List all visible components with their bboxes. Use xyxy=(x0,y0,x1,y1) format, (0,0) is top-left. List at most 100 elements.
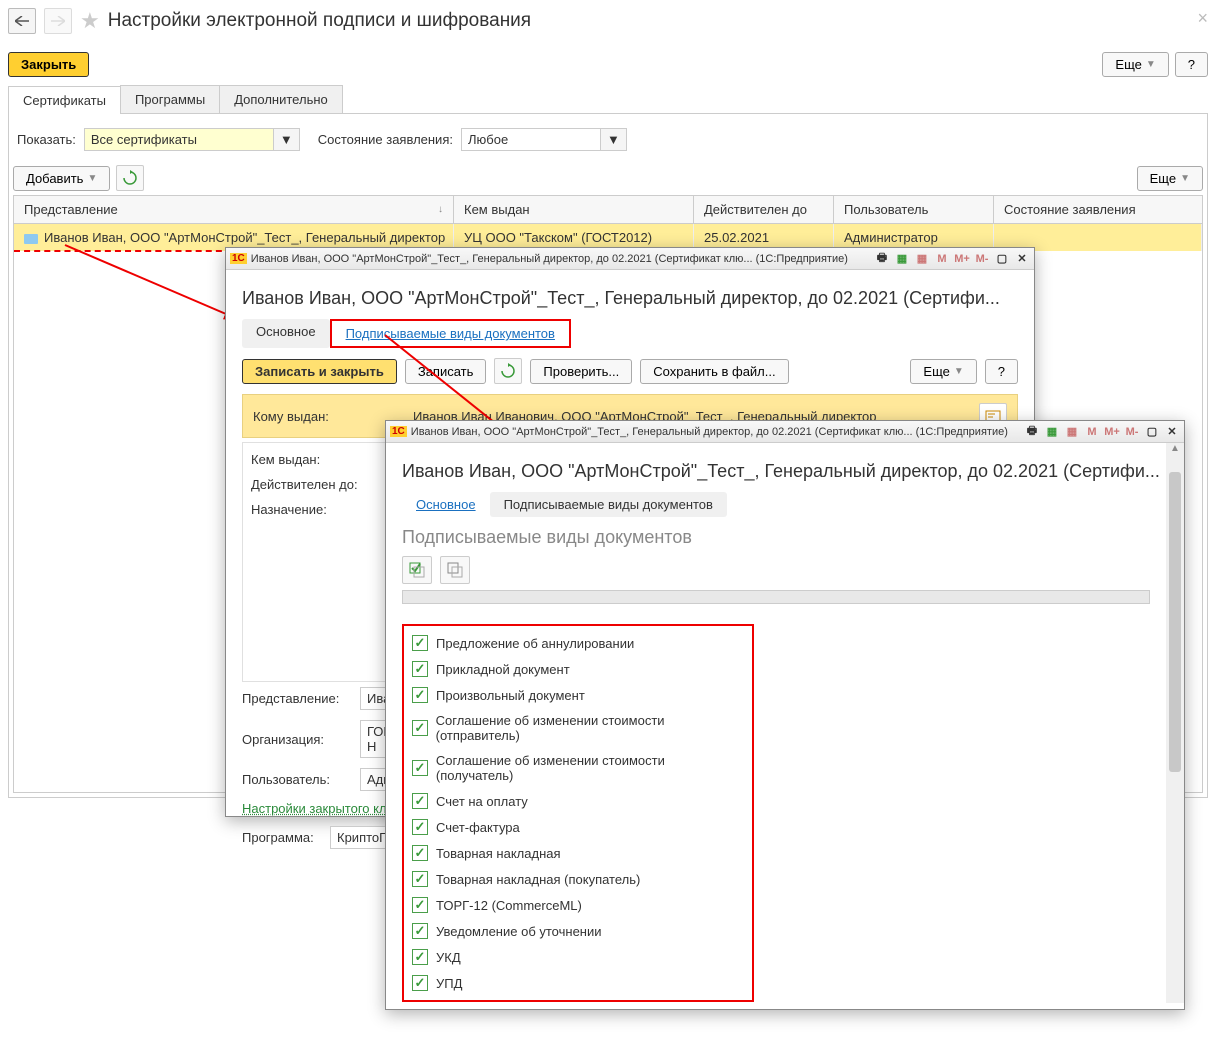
window-close-icon[interactable]: ✕ xyxy=(1014,251,1030,267)
show-label: Показать: xyxy=(17,132,76,147)
checkbox-icon[interactable]: ✓ xyxy=(412,949,428,965)
list-item-label: Соглашение об изменении стоимости (получ… xyxy=(436,753,744,783)
scrollbar[interactable]: ▲ xyxy=(1166,443,1184,1003)
refresh-button[interactable] xyxy=(116,165,144,191)
subtab-main[interactable]: Основное xyxy=(242,319,330,348)
more-button-2[interactable]: Еще ▼ xyxy=(1137,166,1203,191)
calc-icon-2[interactable]: ▦ xyxy=(1044,424,1060,440)
list-item[interactable]: ✓ Прикладной документ xyxy=(408,656,748,682)
list-item[interactable]: ✓ Товарная накладная (покупатель) xyxy=(408,866,748,892)
checkbox-icon[interactable]: ✓ xyxy=(412,845,428,861)
m-minus-icon-2[interactable]: M- xyxy=(1124,424,1140,440)
favorite-star-icon[interactable]: ★ xyxy=(80,8,100,34)
subtab-doc-types-2[interactable]: Подписываемые виды документов xyxy=(490,492,727,517)
list-item[interactable]: ✓Предложение об аннулировании xyxy=(408,630,748,656)
list-item-label: УКД xyxy=(436,950,461,965)
col-valid-until[interactable]: Действителен до xyxy=(694,196,834,223)
list-item-label: Счет-фактура xyxy=(436,820,520,835)
repr-label: Представление: xyxy=(242,691,352,706)
m-icon[interactable]: M xyxy=(934,251,950,267)
app-icon: 1C xyxy=(230,253,247,264)
help-button-2[interactable]: ? xyxy=(985,359,1018,384)
col-issuer[interactable]: Кем выдан xyxy=(454,196,694,223)
state-select-dropdown[interactable]: ▼ xyxy=(601,128,627,151)
list-item-label: ТОРГ-12 (CommerceML) xyxy=(436,898,582,913)
col-state[interactable]: Состояние заявления xyxy=(994,196,1202,223)
checkbox-icon[interactable]: ✓ xyxy=(412,661,428,677)
show-select[interactable]: Все сертификаты xyxy=(84,128,274,151)
refresh-button-2[interactable] xyxy=(494,358,522,384)
list-item-label: Произвольный документ xyxy=(436,688,585,703)
purpose-label: Назначение: xyxy=(251,502,361,517)
checkbox-icon[interactable]: ✓ xyxy=(412,871,428,887)
list-item[interactable]: ✓ Соглашение об изменении стоимости (отпр… xyxy=(408,708,748,748)
state-select[interactable]: Любое xyxy=(461,128,601,151)
select-all-icon[interactable] xyxy=(402,556,432,584)
list-item[interactable]: ✓ УКД xyxy=(408,944,748,970)
print-icon[interactable]: 🖶 xyxy=(874,251,890,267)
list-item-label: Соглашение об изменении стоимости (отпра… xyxy=(436,713,744,743)
list-item-label: Уведомление об уточнении xyxy=(436,924,602,939)
checkbox-icon[interactable]: ✓ xyxy=(412,720,428,736)
calc-icon[interactable]: ▦ xyxy=(894,251,910,267)
check-button[interactable]: Проверить... xyxy=(530,359,632,384)
tab-certificates[interactable]: Сертификаты xyxy=(8,86,121,114)
list-item-label: Товарная накладная (покупатель) xyxy=(436,872,640,887)
subtab-doc-types[interactable]: Подписываемые виды документов xyxy=(330,319,571,348)
nav-forward-button[interactable] xyxy=(44,8,72,34)
tab-programs[interactable]: Программы xyxy=(120,85,220,113)
m-minus-icon[interactable]: M- xyxy=(974,251,990,267)
dialog-title-2: Иванов Иван, ООО "АртМонСтрой"_Тест_, Ге… xyxy=(402,461,1168,482)
checkbox-icon[interactable]: ✓ xyxy=(412,975,428,991)
list-item[interactable]: ✓ Соглашение об изменении стоимости (полу… xyxy=(408,748,748,788)
help-button[interactable]: ? xyxy=(1175,52,1208,77)
window-close-icon-2[interactable]: ✕ xyxy=(1164,424,1180,440)
save-close-button[interactable]: Записать и закрыть xyxy=(242,359,397,384)
checkbox-icon[interactable]: ✓ xyxy=(412,923,428,939)
calendar-icon-2[interactable]: ▦ xyxy=(1064,424,1080,440)
show-select-dropdown[interactable]: ▼ xyxy=(274,128,300,151)
state-label: Состояние заявления: xyxy=(318,132,453,147)
col-representation[interactable]: Представление↓ xyxy=(14,196,454,223)
list-item[interactable]: ✓УПД xyxy=(408,970,748,996)
deselect-all-icon[interactable] xyxy=(440,556,470,584)
checkbox-icon[interactable]: ✓ xyxy=(412,687,428,703)
window-title-2: Иванов Иван, ООО "АртМонСтрой"_Тест_, Ге… xyxy=(411,426,1020,438)
list-item-label: Прикладной документ xyxy=(436,662,570,677)
list-item-label: Счет на оплату xyxy=(436,794,528,809)
list-item-label: Товарная накладная xyxy=(436,846,561,861)
checkbox-icon[interactable]: ✓ xyxy=(412,760,428,776)
list-item[interactable]: ✓ Уведомление об уточнении xyxy=(408,918,748,944)
program-label: Программа: xyxy=(242,830,322,845)
export-button[interactable]: Сохранить в файл... xyxy=(640,359,788,384)
checkbox-icon[interactable]: ✓ xyxy=(412,897,428,913)
window-max-icon-2[interactable]: ▢ xyxy=(1144,424,1160,440)
list-item[interactable]: ✓ Счет на оплату xyxy=(408,788,748,814)
cert-icon xyxy=(24,234,38,244)
print-icon-2[interactable]: 🖶 xyxy=(1024,424,1040,440)
close-button[interactable]: Закрыть xyxy=(8,52,89,77)
checkbox-icon[interactable]: ✓ xyxy=(412,635,428,651)
nav-back-button[interactable] xyxy=(8,8,36,34)
m-icon-2[interactable]: M xyxy=(1084,424,1100,440)
subtab-main-2[interactable]: Основное xyxy=(402,492,490,517)
tab-additional[interactable]: Дополнительно xyxy=(219,85,343,113)
m-plus-icon-2[interactable]: M+ xyxy=(1104,424,1120,440)
secret-key-link[interactable]: Настройки закрытого кл xyxy=(242,801,387,816)
list-item[interactable]: ✓ Счет-фактура xyxy=(408,814,748,840)
save-button[interactable]: Записать xyxy=(405,359,487,384)
list-item[interactable]: ✓ ТОРГ-12 (CommerceML) xyxy=(408,892,748,918)
checkbox-icon[interactable]: ✓ xyxy=(412,793,428,809)
close-icon[interactable]: × xyxy=(1197,8,1208,29)
list-item[interactable]: ✓ Товарная накладная xyxy=(408,840,748,866)
calendar-icon[interactable]: ▦ xyxy=(914,251,930,267)
user-label: Пользователь: xyxy=(242,772,352,787)
add-button[interactable]: Добавить ▼ xyxy=(13,166,110,191)
checkbox-icon[interactable]: ✓ xyxy=(412,819,428,835)
col-user[interactable]: Пользователь xyxy=(834,196,994,223)
list-item[interactable]: ✓ Произвольный документ xyxy=(408,682,748,708)
more-button[interactable]: Еще ▼ xyxy=(1102,52,1168,77)
m-plus-icon[interactable]: M+ xyxy=(954,251,970,267)
more-button-3[interactable]: Еще ▼ xyxy=(910,359,976,384)
window-max-icon[interactable]: ▢ xyxy=(994,251,1010,267)
